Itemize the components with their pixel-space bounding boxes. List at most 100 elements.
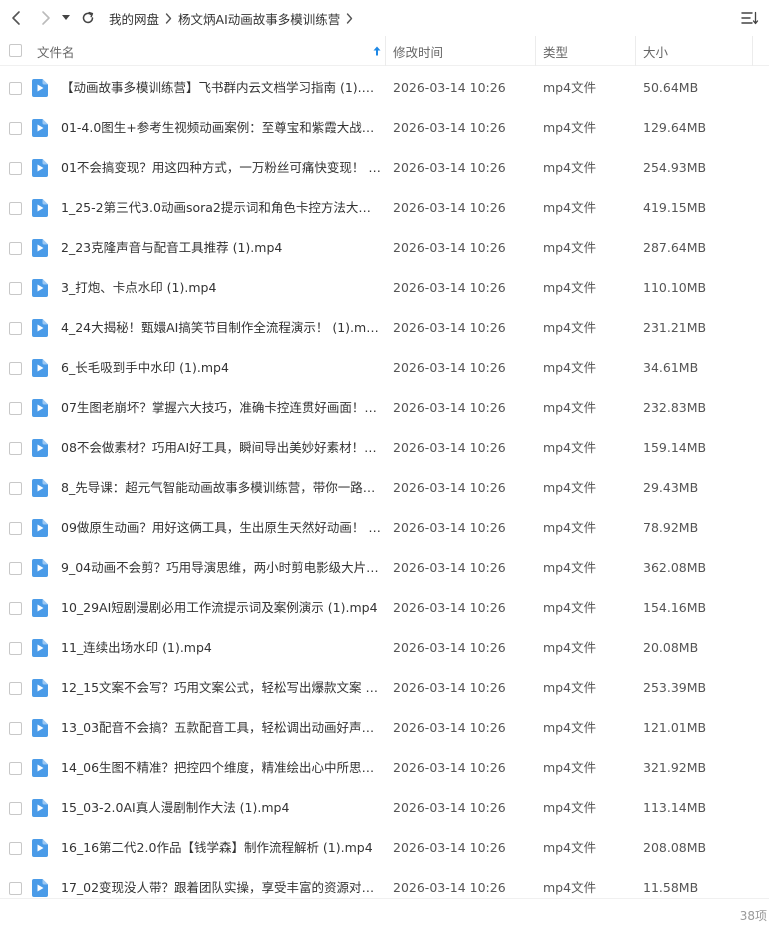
file-modified-time: 2026-03-14 10:26 [393, 560, 506, 575]
file-row[interactable]: 16_16第二代2.0作品【钱学森】制作流程解析 (1).mp4 2026-03-… [0, 828, 769, 868]
column-header-name[interactable]: 文件名 [37, 36, 385, 66]
video-file-icon [32, 759, 48, 777]
file-row[interactable]: 15_03-2.0AI真人漫剧制作大法 (1).mp4 2026-03-14 10… [0, 788, 769, 828]
breadcrumb-item-root[interactable]: 我的网盘 [109, 9, 159, 28]
column-divider[interactable] [752, 36, 753, 66]
row-checkbox[interactable] [8, 201, 22, 215]
video-file-icon [32, 559, 48, 577]
row-checkbox[interactable] [8, 321, 22, 335]
file-size: 362.08MB [643, 560, 707, 575]
file-name: 9_04动画不会剪？巧用导演思维，两小时剪电影级大片！... [61, 560, 381, 575]
row-checkbox[interactable] [8, 601, 22, 615]
file-row[interactable]: 14_06生图不精准？把控四个维度，精准绘出心中所思想... 2026-03-14… [0, 748, 769, 788]
row-select-cell [0, 788, 30, 828]
file-modified-time: 2026-03-14 10:26 [393, 320, 506, 335]
row-checkbox[interactable] [8, 801, 22, 815]
file-modified-time: 2026-03-14 10:26 [393, 80, 506, 95]
breadcrumb-expand-button[interactable] [346, 12, 353, 24]
file-row[interactable]: 10_29AI短剧漫剧必用工作流提示词及案例演示 (1).mp4 2026-03-… [0, 588, 769, 628]
column-divider[interactable] [535, 36, 536, 66]
file-row[interactable]: 01不会搞变现？用这四种方式，一万粉丝可痛快变现！ (1... 2026-03-1… [0, 148, 769, 188]
file-row[interactable]: 13_03配音不会搞？五款配音工具，轻松调出动画好声音... 2026-03-14… [0, 708, 769, 748]
row-select-cell [0, 388, 30, 428]
file-size: 29.43MB [643, 480, 699, 495]
file-size: 254.93MB [643, 160, 707, 175]
forward-button[interactable] [35, 7, 57, 29]
row-checkbox[interactable] [8, 521, 22, 535]
file-row[interactable]: 4_24大揭秘！甄嬛AI搞笑节目制作全流程演示！ (1).mp4 2026-03-… [0, 308, 769, 348]
column-divider[interactable] [385, 36, 386, 66]
file-name: 07生图老崩坏？掌握六大技巧，准确卡控连贯好画面！②... [61, 400, 381, 415]
file-name: 1_25-2第三代3.0动画sora2提示词和角色卡控方法大揭秘... [61, 200, 381, 215]
file-row[interactable]: 1_25-2第三代3.0动画sora2提示词和角色卡控方法大揭秘... 2026-… [0, 188, 769, 228]
file-row[interactable]: 09做原生动画？用好这俩工具，生出原生天然好动画！ (1... 2026-03-1… [0, 508, 769, 548]
row-checkbox[interactable] [8, 361, 22, 375]
file-size: 129.64MB [643, 120, 707, 135]
video-file-icon [32, 679, 48, 697]
file-row[interactable]: 08不会做素材？巧用AI好工具，瞬间导出美妙好素材！【... 2026-03-14… [0, 428, 769, 468]
file-name: 08不会做素材？巧用AI好工具，瞬间导出美妙好素材！【... [61, 440, 381, 455]
file-modified-time: 2026-03-14 10:26 [393, 680, 506, 695]
file-name: 14_06生图不精准？把控四个维度，精准绘出心中所思想... [61, 760, 381, 775]
file-modified-time: 2026-03-14 10:26 [393, 160, 506, 175]
video-file-icon [32, 279, 48, 297]
file-type: mp4文件 [543, 560, 597, 575]
file-row[interactable]: 07生图老崩坏？掌握六大技巧，准确卡控连贯好画面！②... 2026-03-14 … [0, 388, 769, 428]
column-header-size[interactable]: 大小 [643, 36, 668, 66]
chevron-right-icon [347, 12, 353, 24]
file-type: mp4文件 [543, 120, 597, 135]
file-type: mp4文件 [543, 840, 597, 855]
file-row[interactable]: 【动画故事多模训练营】飞书群内云文档学习指南 (1).mp4 2026-03-14… [0, 68, 769, 108]
row-checkbox[interactable] [8, 641, 22, 655]
file-size: 253.39MB [643, 680, 707, 695]
row-checkbox[interactable] [8, 401, 22, 415]
back-button[interactable] [5, 7, 27, 29]
file-row[interactable]: 3_打炮、卡点水印 (1).mp4 2026-03-14 10:26 mp4文件 11… [0, 268, 769, 308]
file-row[interactable]: 6_长毛吸到手中水印 (1).mp4 2026-03-14 10:26 mp4文件 3… [0, 348, 769, 388]
file-size: 50.64MB [643, 80, 699, 95]
column-header-type[interactable]: 类型 [543, 36, 568, 66]
row-checkbox[interactable] [8, 721, 22, 735]
file-row[interactable]: 9_04动画不会剪？巧用导演思维，两小时剪电影级大片！... 2026-03-14… [0, 548, 769, 588]
row-checkbox[interactable] [8, 681, 22, 695]
file-list: 【动画故事多模训练营】飞书群内云文档学习指南 (1).mp4 2026-03-14… [0, 68, 769, 908]
file-row[interactable]: 2_23克隆声音与配音工具推荐 (1).mp4 2026-03-14 10:26 m… [0, 228, 769, 268]
row-checkbox[interactable] [8, 81, 22, 95]
file-row[interactable]: 11_连续出场水印 (1).mp4 2026-03-14 10:26 mp4文件 20… [0, 628, 769, 668]
file-modified-time: 2026-03-14 10:26 [393, 840, 506, 855]
file-name: 8_先导课：超元气智能动画故事多模训练营，带你一路开... [61, 480, 381, 495]
file-size: 159.14MB [643, 440, 707, 455]
history-dropdown-button[interactable] [59, 7, 73, 29]
breadcrumb-item-current[interactable]: 杨文炳AI动画故事多模训练营 [178, 9, 340, 28]
file-type: mp4文件 [543, 520, 597, 535]
file-row[interactable]: 8_先导课：超元气智能动画故事多模训练营，带你一路开... 2026-03-14 … [0, 468, 769, 508]
row-checkbox[interactable] [8, 881, 22, 895]
row-checkbox[interactable] [8, 241, 22, 255]
file-modified-time: 2026-03-14 10:26 [393, 520, 506, 535]
file-type: mp4文件 [543, 680, 597, 695]
row-checkbox[interactable] [8, 841, 22, 855]
file-row[interactable]: 12_15文案不会写？巧用文案公式，轻松写出爆款文案 (1)... 2026-03… [0, 668, 769, 708]
breadcrumb: 我的网盘 杨文炳AI动画故事多模训练营 [109, 9, 359, 28]
refresh-button[interactable] [77, 7, 99, 29]
file-name: 2_23克隆声音与配音工具推荐 (1).mp4 [61, 240, 283, 255]
row-checkbox[interactable] [8, 161, 22, 175]
row-checkbox[interactable] [8, 481, 22, 495]
column-divider[interactable] [635, 36, 636, 66]
row-select-cell [0, 828, 30, 868]
video-file-icon [32, 199, 48, 217]
row-checkbox[interactable] [8, 761, 22, 775]
sort-options-button[interactable] [739, 7, 761, 29]
row-select-cell [0, 188, 30, 228]
row-checkbox[interactable] [8, 561, 22, 575]
row-checkbox[interactable] [8, 281, 22, 295]
row-checkbox[interactable] [8, 441, 22, 455]
file-row[interactable]: 01-4.0图生+参考生视频动画案例：至尊宝和紫霞大战主... 2026-03-1… [0, 108, 769, 148]
file-size: 78.92MB [643, 520, 699, 535]
select-all-cell [0, 44, 30, 57]
video-file-icon [32, 399, 48, 417]
row-select-cell [0, 628, 30, 668]
select-all-checkbox[interactable] [8, 44, 22, 57]
row-checkbox[interactable] [8, 121, 22, 135]
column-header-time[interactable]: 修改时间 [393, 36, 443, 66]
